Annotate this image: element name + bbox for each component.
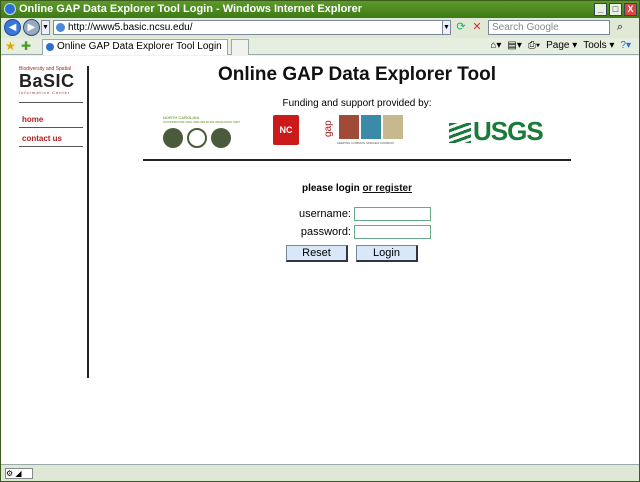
refresh-icon[interactable]: ⟳: [454, 20, 468, 35]
gap-logo: gap KEEPING COMMON SPECIES COMMON: [323, 115, 409, 147]
tab-current[interactable]: Online GAP Data Explorer Tool Login: [42, 39, 228, 55]
history-dropdown-icon[interactable]: ▼: [41, 20, 50, 35]
usgs-logo: USGS: [449, 117, 549, 145]
nc-logo-subtitle: COOPERATIVE FISH AND WILDLIFE RESEARCH U…: [163, 120, 241, 124]
sidebar-link-home[interactable]: home: [22, 115, 43, 124]
url-input[interactable]: http://www5.basic.ncsu.edu/: [53, 20, 451, 35]
page-content: Biodiversity and Spatial BaSIC Informati…: [1, 56, 639, 464]
gap-logo-subtitle: KEEPING COMMON SPECIES COMMON: [337, 141, 394, 145]
home-icon[interactable]: ⌂▾: [490, 39, 501, 53]
back-arrow-icon[interactable]: ◀: [4, 19, 21, 36]
new-tab-button[interactable]: [231, 39, 249, 55]
password-field[interactable]: [354, 225, 431, 239]
page-icon: [56, 23, 65, 32]
password-label: password:: [300, 226, 351, 238]
page-title: Online GAP Data Explorer Tool: [217, 64, 496, 85]
status-bar: ⚙ ◢: [1, 464, 639, 481]
gap-square-red: [339, 115, 359, 139]
funding-text: Funding and support provided by:: [282, 98, 432, 109]
sidebar-link-contact[interactable]: contact us: [22, 134, 62, 143]
gap-square-blue: [361, 115, 381, 139]
gap-square-tan: [383, 115, 403, 139]
gap-logo-text: gap: [323, 120, 334, 137]
deer-icon: [211, 128, 231, 148]
fish-icon: [163, 128, 183, 148]
ncsu-logo: NC: [273, 115, 299, 145]
search-icon[interactable]: ⌕: [613, 20, 627, 35]
sidebar-divider: [19, 146, 83, 147]
forward-arrow-icon[interactable]: ▶: [23, 19, 40, 36]
bird-icon: [187, 128, 207, 148]
sidebar: Biodiversity and Spatial BaSIC Informati…: [19, 66, 89, 378]
logo-subtitle: Information Center: [19, 90, 71, 95]
print-icon[interactable]: ⎙▾: [528, 39, 540, 53]
tab-label: Online GAP Data Explorer Tool Login: [57, 41, 222, 52]
login-prompt: please login: [301, 183, 360, 194]
header-divider: [143, 159, 571, 161]
search-input[interactable]: Search Google: [488, 20, 610, 35]
login-form: username: password: Reset Login: [143, 204, 571, 284]
url-dropdown-icon[interactable]: ▼: [442, 20, 451, 35]
tab-page-icon: [46, 43, 54, 51]
tab-bar: ★ ✚ Online GAP Data Explorer Tool Login …: [1, 38, 639, 55]
minimize-button[interactable]: _: [594, 3, 607, 16]
username-field[interactable]: [354, 207, 431, 221]
usgs-logo-text: USGS: [473, 116, 544, 146]
register-link[interactable]: or register: [363, 183, 412, 194]
login-button[interactable]: Login: [356, 245, 418, 262]
window-title: Online GAP Data Explorer Tool Login - Wi…: [19, 3, 362, 15]
add-favorites-icon[interactable]: ✚: [21, 39, 31, 53]
feeds-icon[interactable]: ▤▾: [507, 39, 521, 53]
maximize-button[interactable]: □: [609, 3, 622, 16]
username-label: username:: [299, 208, 351, 220]
sponsor-logos: NORTH CAROLINA COOPERATIVE FISH AND WILD…: [143, 113, 571, 149]
tools-menu[interactable]: Tools ▾: [583, 39, 614, 53]
ie-icon: [4, 3, 16, 15]
address-bar: ◀ ▶ ▼ http://www5.basic.ncsu.edu/ ▼ ⟳ ✕ …: [1, 18, 639, 38]
login-heading: please login or register: [143, 183, 571, 194]
page-menu[interactable]: Page ▾: [546, 39, 577, 53]
help-icon[interactable]: ?▾: [620, 39, 631, 53]
stop-icon[interactable]: ✕: [470, 20, 484, 35]
usgs-waves-icon: [449, 123, 471, 144]
reset-button[interactable]: Reset: [286, 245, 348, 262]
main-panel: Online GAP Data Explorer Tool Funding an…: [143, 64, 571, 284]
status-zone-icon: ⚙ ◢: [5, 468, 33, 479]
url-text: http://www5.basic.ncsu.edu/: [68, 22, 193, 33]
favorites-star-icon[interactable]: ★: [5, 39, 16, 53]
basic-logo: BaSIC: [19, 71, 75, 91]
sidebar-divider: [19, 102, 83, 103]
close-button[interactable]: X: [624, 3, 637, 16]
title-bar: Online GAP Data Explorer Tool Login - Wi…: [1, 1, 639, 18]
nc-coop-unit-logo: NORTH CAROLINA COOPERATIVE FISH AND WILD…: [163, 115, 243, 148]
sidebar-divider: [19, 127, 83, 128]
browser-window: Online GAP Data Explorer Tool Login - Wi…: [0, 0, 640, 482]
